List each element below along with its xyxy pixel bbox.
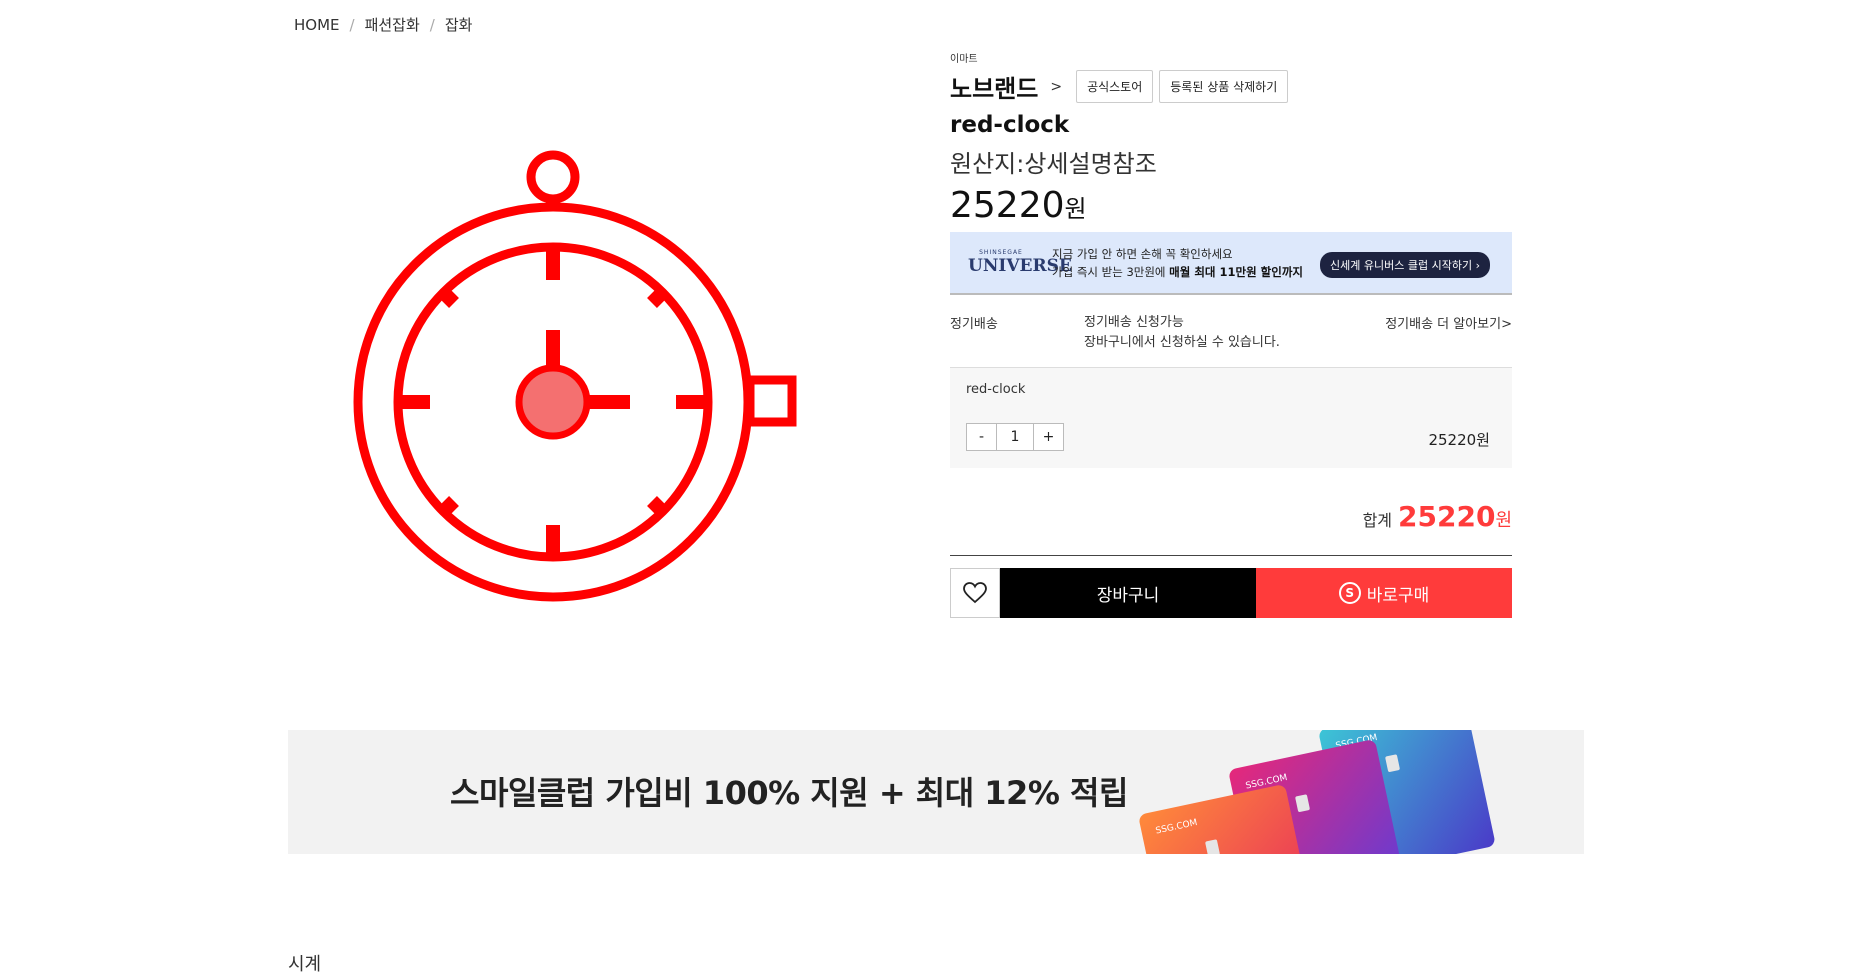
subscription-more-link[interactable]: 정기배송 더 알아보기> [1385, 313, 1512, 332]
option-name: red-clock [966, 382, 1026, 397]
credit-cards-image: SSG.COM SSG.COM SSG.COM [1139, 730, 1495, 854]
product-price: 25220원 [950, 185, 1512, 226]
smile-club-promo-banner[interactable]: 스마일클럽 가입비 100% 지원 + 최대 12% 적립 SSG.COM SS… [288, 730, 1584, 854]
option-box: red-clock - 1 + 25220원 [950, 368, 1512, 468]
universe-text: 지금 가입 안 하면 손해 꼭 확인하세요 가입 즉시 받는 3만원에 매월 최… [1052, 245, 1303, 281]
breadcrumb-home[interactable]: HOME [294, 16, 340, 34]
delete-registered-button[interactable]: 등록된 상품 삭제하기 [1159, 70, 1289, 103]
buy-now-button[interactable]: S 바로구매 [1256, 568, 1512, 618]
total-label: 합계 [1362, 511, 1393, 530]
product-image [340, 130, 800, 610]
add-to-cart-button[interactable]: 장바구니 [1000, 568, 1256, 618]
subscription-line2: 장바구니에서 신청하실 수 있습니다. [1084, 335, 1280, 350]
promo-text: 스마일클럽 가입비 100% 지원 + 최대 12% 적립 [450, 774, 1128, 812]
seller-name[interactable]: 이마트 [950, 50, 1512, 65]
quantity-input[interactable]: 1 [997, 423, 1033, 451]
breadcrumb-separator: / [429, 15, 435, 34]
wishlist-button[interactable] [950, 568, 1000, 618]
universe-banner[interactable]: SHINSEGAE UNIVERSE 지금 가입 안 하면 손해 꼭 확인하세요… [950, 232, 1512, 295]
section-title: 시계 [288, 954, 322, 975]
price-value: 25220 [950, 185, 1065, 226]
total-amount: 25220 [1398, 500, 1496, 533]
universe-cta-button[interactable]: 신세계 유니버스 클럽 시작하기 › [1320, 252, 1490, 278]
subscription-line1: 정기배송 신청가능 [1084, 315, 1184, 330]
universe-line2-pre: 가입 즉시 받는 3만원에 [1052, 264, 1170, 279]
universe-line2: 가입 즉시 받는 3만원에 매월 최대 11만원 할인까지 [1052, 263, 1303, 281]
universe-logo-top: SHINSEGAE [979, 249, 1023, 256]
product-name: red-clock [950, 112, 1070, 138]
product-origin: 원산지:상세설명참조 [950, 150, 1157, 178]
breadcrumb-category-fashion[interactable]: 패션잡화 [365, 14, 420, 35]
total-section: 합계 25220원 [950, 500, 1512, 556]
quantity-plus-button[interactable]: + [1033, 423, 1064, 451]
quantity-minus-button[interactable]: - [966, 423, 997, 451]
price-unit: 원 [1064, 195, 1087, 223]
universe-logo: SHINSEGAE UNIVERSE [968, 249, 1072, 276]
subscription-section: 정기배송 정기배송 신청가능 장바구니에서 신청하실 수 있습니다. 정기배송 … [950, 295, 1512, 368]
universe-logo-main: UNIVERSE [968, 256, 1072, 276]
total-unit: 원 [1495, 510, 1512, 531]
brand-name[interactable]: 노브랜드 [950, 69, 1038, 104]
official-store-button[interactable]: 공식스토어 [1076, 70, 1154, 103]
quantity-stepper: - 1 + [966, 423, 1064, 451]
heart-icon [963, 582, 987, 604]
buy-now-label: 바로구매 [1366, 585, 1430, 606]
subscription-desc: 정기배송 신청가능 장바구니에서 신청하실 수 있습니다. [1084, 313, 1280, 353]
option-price: 25220원 [1428, 431, 1490, 449]
brand-arrow-icon[interactable]: > [1050, 79, 1062, 95]
universe-line2-bold: 매월 최대 11만원 할인까지 [1169, 264, 1303, 279]
breadcrumb: HOME / 패션잡화 / 잡화 [294, 14, 472, 35]
product-info: 이마트 노브랜드 > 공식스토어 등록된 상품 삭제하기 red-clock 원… [950, 50, 1512, 618]
breadcrumb-separator: / [349, 15, 355, 34]
ssg-money-icon: S [1338, 582, 1361, 604]
stopwatch-icon [353, 150, 797, 602]
subscription-label: 정기배송 [950, 317, 998, 332]
universe-line1: 지금 가입 안 하면 손해 꼭 확인하세요 [1052, 246, 1233, 261]
breadcrumb-category-goods[interactable]: 잡화 [445, 14, 473, 35]
purchase-actions: 장바구니 S 바로구매 [950, 568, 1512, 618]
